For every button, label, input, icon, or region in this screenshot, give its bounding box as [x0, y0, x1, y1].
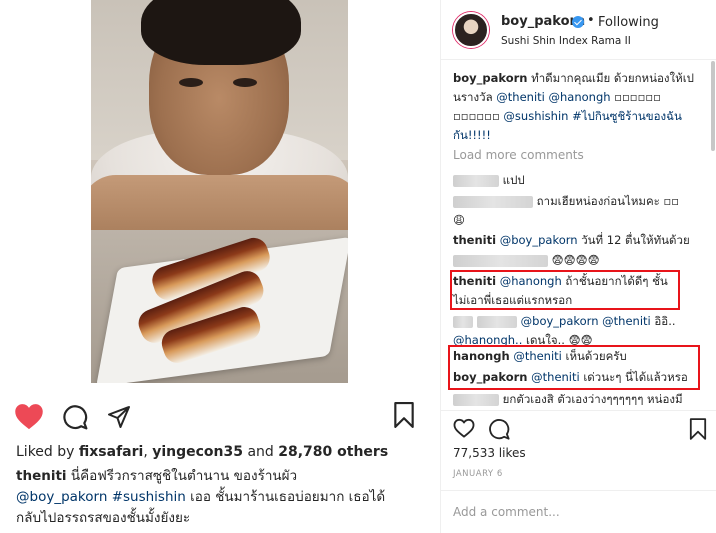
red-highlight-box — [450, 270, 680, 310]
likes-sep: , — [143, 444, 153, 460]
comment-row: ยกตัวเองสิ ตัวเองว่างๆๆๆๆๆๆ หน่องมี — [453, 390, 708, 409]
bookmark-icon[interactable] — [393, 402, 415, 428]
likes-count-link[interactable]: 28,780 others — [278, 444, 388, 460]
photo-eye-left — [179, 78, 203, 87]
comment-icon[interactable] — [62, 404, 88, 430]
comment-mention[interactable]: @sushishin — [503, 109, 568, 123]
following-button[interactable]: Following — [598, 15, 659, 30]
caption-text: นี่คือฟรีวกราสซูชิในตำนาน ของร้านผัว — [66, 468, 298, 484]
comment-text: ถามเฮียหน่องก่อนไหมคะ ▫▫ — [533, 194, 680, 208]
liker-link[interactable]: fixsafari — [79, 444, 143, 460]
blurred-username — [453, 174, 499, 187]
comment-mention[interactable]: @theniti — [602, 314, 651, 328]
blurred-username — [453, 315, 473, 328]
post-caption: theniti นี่คือฟรีวกราสซูชิในตำนาน ของร้า… — [16, 466, 406, 529]
comment-text: ยกตัวเองสิ ตัวเองว่างๆๆๆๆๆๆ หน่องมี — [499, 392, 683, 406]
likes-summary: Liked by fixsafari, yingecon35 and 28,78… — [16, 444, 388, 460]
comment-mention[interactable]: @theniti — [496, 90, 545, 104]
comment-row: theniti @boy_pakorn วันที่ 12 ตื่นให้ทัน… — [453, 231, 708, 250]
bookmark-icon[interactable] — [689, 418, 707, 440]
dot-separator: • — [587, 13, 595, 28]
caption-username[interactable]: theniti — [16, 468, 67, 484]
red-highlight-box — [448, 345, 700, 390]
likes-and: and — [243, 444, 279, 460]
comment-emoji: 😨😨😨😨 — [551, 253, 600, 267]
comment-text: อิอิ.. — [650, 314, 676, 328]
comment-emoji: 😩 — [453, 213, 465, 227]
post-left-panel: Liked by fixsafari, yingecon35 and 28,78… — [0, 0, 440, 533]
comment-row: ถามเฮียหน่องก่อนไหมคะ ▫▫ 😩 — [453, 192, 708, 230]
comment-row: 😨😨😨😨 — [453, 251, 708, 270]
comment-icon[interactable] — [488, 418, 510, 440]
comment-mention[interactable]: @boy_pakorn — [521, 314, 599, 328]
heart-icon[interactable] — [14, 402, 44, 430]
share-icon[interactable] — [106, 405, 132, 429]
caption-hashtag[interactable]: #sushishin — [112, 489, 186, 505]
comment-row: แปป — [453, 171, 708, 190]
likes-count[interactable]: 77,533 likes — [453, 446, 526, 460]
blurred-username — [453, 254, 548, 267]
post-photo[interactable] — [91, 0, 348, 383]
comment-username[interactable]: theniti — [453, 233, 496, 247]
comment-mention[interactable]: @hanongh — [549, 90, 611, 104]
blurred-mention — [477, 315, 517, 328]
liker-link[interactable]: yingecon35 — [152, 444, 243, 460]
scrollbar-thumb[interactable] — [711, 61, 715, 151]
add-comment-placeholder[interactable]: Add a comment... — [453, 505, 560, 519]
blurred-username — [453, 393, 499, 406]
comment-username[interactable]: boy_pakorn — [453, 71, 527, 85]
action-bar — [441, 410, 716, 450]
add-comment-field[interactable]: Add a comment... — [441, 490, 716, 533]
post-header: boy_pakorn • Following Sushi Shin Index … — [441, 0, 716, 60]
comment-text: วันที่ 12 ตื่นให้ทันด้วย — [577, 233, 690, 247]
blurred-username — [453, 195, 533, 208]
post-right-panel: boy_pakorn • Following Sushi Shin Index … — [440, 0, 716, 533]
comment-text: แปป — [499, 173, 525, 187]
post-date[interactable]: JANUARY 6 — [453, 469, 503, 479]
load-more-comments-button[interactable]: Load more comments — [453, 148, 584, 162]
avatar[interactable] — [453, 12, 489, 48]
comments-list[interactable]: boy_pakorn ทำดีมากคุณเมีย ด้วยกหน่องให้เ… — [441, 61, 716, 409]
photo-eye-right — [233, 78, 257, 87]
caption-mention[interactable]: @boy_pakorn — [16, 489, 107, 505]
verified-badge-icon — [572, 16, 584, 28]
photo-hair — [141, 0, 301, 65]
caption-comment: boy_pakorn ทำดีมากคุณเมีย ด้วยกหน่องให้เ… — [453, 69, 708, 145]
location-link[interactable]: Sushi Shin Index Rama II — [501, 35, 631, 47]
comment-mention[interactable]: @boy_pakorn — [500, 233, 578, 247]
likes-prefix: Liked by — [16, 444, 79, 460]
comments-scrollbar[interactable] — [711, 61, 715, 409]
heart-icon[interactable] — [453, 418, 475, 438]
